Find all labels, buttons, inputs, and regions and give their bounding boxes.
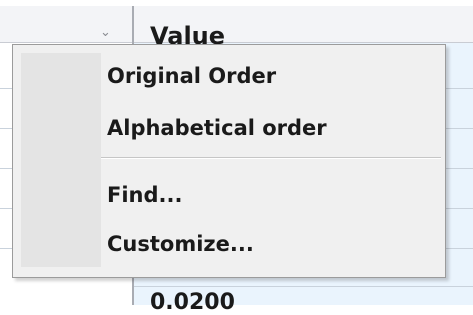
menu-item-label: Customize... <box>107 232 254 256</box>
grid-cell[interactable] <box>0 276 132 305</box>
menu-item-label: Alphabetical order <box>107 116 327 140</box>
menu-item-label: Original Order <box>107 64 277 88</box>
menu-item-original-order[interactable]: Original Order <box>13 57 445 95</box>
chevron-down-icon[interactable]: ⌄ <box>100 26 111 39</box>
menu-item-customize[interactable]: Customize... <box>13 225 445 263</box>
menu-item-find[interactable]: Find... <box>13 176 445 214</box>
context-menu: Original Order Alphabetical order Find..… <box>12 44 446 278</box>
menu-item-alphabetical-order[interactable]: Alphabetical order <box>13 109 445 147</box>
grid-cell-value[interactable]: 0.0200 <box>150 290 235 315</box>
menu-separator-highlight <box>101 158 441 159</box>
grid-header <box>0 6 473 43</box>
menu-item-label: Find... <box>107 183 183 207</box>
